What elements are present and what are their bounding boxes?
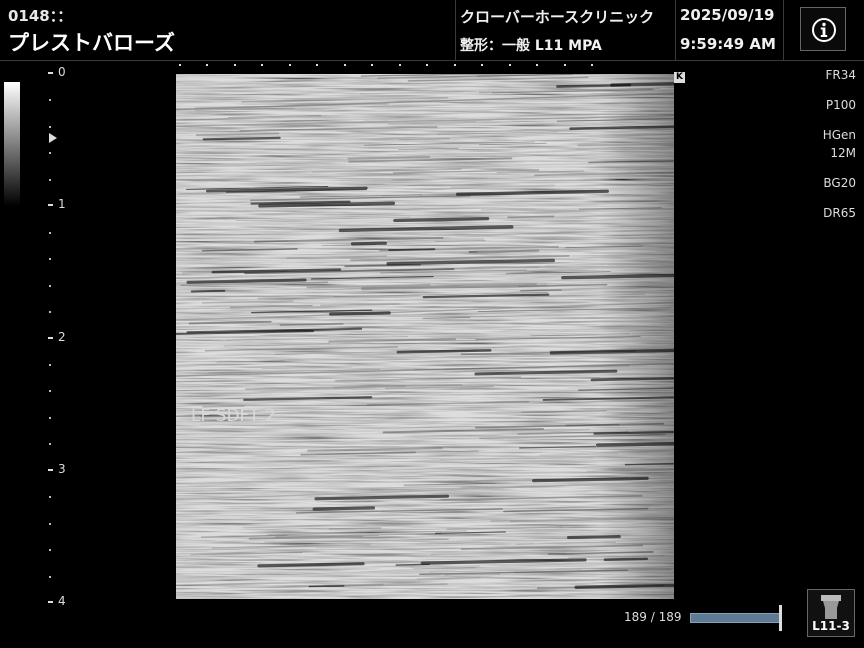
depth-minor-tick [49, 125, 51, 128]
param-frame-rate: FR34 [825, 68, 856, 82]
lateral-tick [536, 64, 538, 66]
param-dynamic-range: DR65 [823, 206, 856, 220]
lateral-tick [261, 64, 263, 66]
header-bar: 0148：： プレストバローズ クローバーホースクリニック 整形：一般 L11 … [0, 0, 864, 61]
ultrasound-image[interactable] [176, 74, 674, 599]
lateral-tick [508, 64, 511, 66]
exam-date: 2025/09/19 [680, 6, 775, 24]
exam-preset: 整形：一般 L11 MPA [460, 38, 602, 54]
depth-label: 2 [58, 330, 66, 344]
exam-time: 9:59:49 AM [680, 35, 776, 53]
depth-minor-tick [49, 363, 51, 366]
probe-label: L11-3 [812, 619, 850, 633]
depth-label: 1 [58, 197, 66, 211]
depth-label: 3 [58, 462, 66, 476]
lateral-tick [563, 64, 566, 66]
depth-minor-tick [49, 496, 51, 499]
depth-label: 4 [58, 594, 66, 608]
depth-minor-tick [49, 575, 51, 578]
lateral-tick [178, 64, 181, 66]
depth-minor-tick [49, 443, 51, 446]
depth-label: 0 [58, 65, 66, 79]
info-icon [812, 18, 836, 42]
depth-major-tick [48, 72, 53, 74]
lateral-tick [481, 64, 483, 66]
lateral-tick [288, 64, 291, 66]
param-gain: BG20 [823, 176, 856, 190]
lateral-tick [343, 64, 346, 66]
header-divider [455, 0, 456, 60]
lateral-tick [426, 64, 428, 66]
depth-minor-tick [49, 152, 51, 155]
depth-minor-tick [49, 390, 51, 393]
depth-major-tick [48, 204, 53, 206]
depth-minor-tick [49, 178, 51, 181]
focus-marker-icon[interactable] [49, 133, 57, 143]
lateral-tick [316, 64, 318, 66]
lateral-tick [371, 64, 373, 66]
lateral-tick [591, 64, 593, 66]
param-power: P100 [825, 98, 856, 112]
depth-minor-tick [49, 522, 51, 525]
cine-handle[interactable] [779, 605, 782, 631]
cine-frame-counter: 189 / 189 [624, 610, 682, 624]
lateral-tick [398, 64, 401, 66]
lateral-tick [233, 64, 236, 66]
depth-minor-tick [49, 284, 51, 287]
orientation-marker: K [674, 72, 685, 83]
info-button[interactable] [800, 7, 846, 51]
depth-minor-tick [49, 99, 51, 102]
depth-major-tick [48, 469, 53, 471]
lateral-tick [453, 64, 456, 66]
tendon-speckle-image [176, 74, 674, 599]
image-annotation[interactable]: LF SDFT 2 [191, 406, 276, 426]
depth-minor-tick [49, 258, 51, 261]
param-frequency: 12M [830, 146, 856, 160]
depth-minor-tick [49, 311, 51, 314]
lateral-tick [206, 64, 208, 66]
lateral-ruler [176, 64, 674, 72]
depth-minor-tick [49, 231, 51, 234]
depth-major-tick [48, 337, 53, 339]
probe-button[interactable]: L11-3 [807, 589, 855, 637]
cine-scrollbar[interactable] [690, 613, 782, 623]
clinic-name: クローバーホースクリニック [460, 8, 655, 26]
param-harmonic: HGen [822, 128, 856, 142]
header-divider [783, 0, 784, 60]
header-divider [675, 0, 676, 60]
depth-minor-tick [49, 549, 51, 552]
linear-probe-icon [821, 595, 841, 619]
depth-major-tick [48, 601, 53, 603]
depth-minor-tick [49, 416, 51, 419]
